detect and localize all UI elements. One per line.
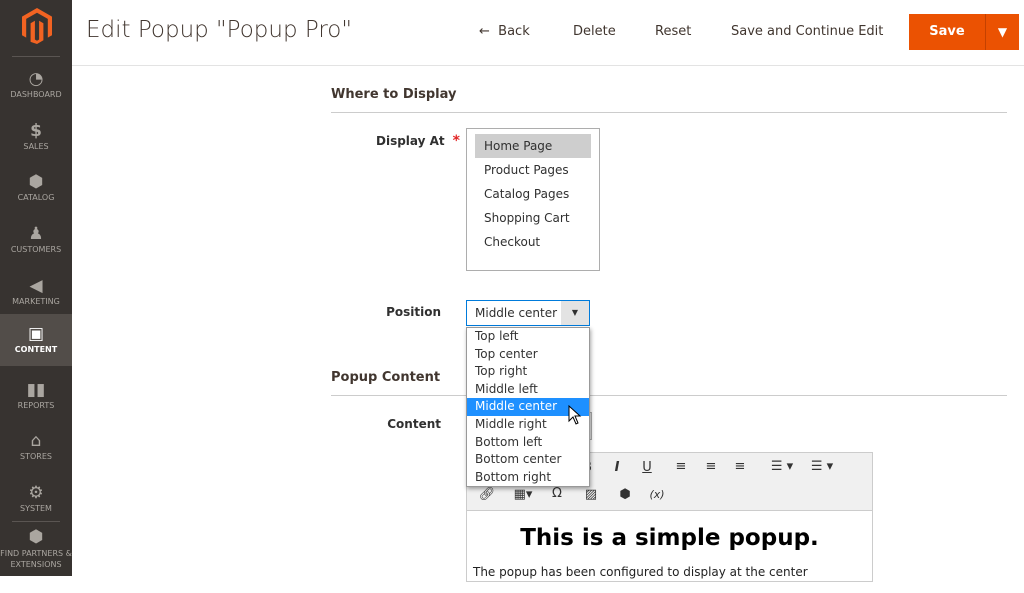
align-left-icon[interactable]: ≡ — [671, 459, 691, 474]
selected-value: Middle center — [475, 306, 558, 320]
label: REPORTS — [17, 401, 55, 410]
dashboard-icon: ◔ — [28, 69, 44, 89]
italic-icon[interactable]: I — [607, 460, 627, 475]
underline-icon[interactable]: U — [637, 460, 657, 475]
sidebar-item-reports[interactable]: ▮▮ REPORTS — [0, 373, 72, 425]
save-continue-button[interactable]: Save and Continue Edit — [731, 24, 883, 39]
label-text: Display At — [376, 134, 445, 148]
divider — [331, 112, 1007, 113]
sidebar-item-dashboard[interactable]: ◔ DASHBOARD — [0, 62, 72, 114]
position-label: Position — [386, 305, 441, 319]
variable-icon[interactable]: (x) — [647, 488, 667, 501]
sidebar-item-stores[interactable]: ⌂ STORES — [0, 424, 72, 476]
option-shopping-cart[interactable]: Shopping Cart — [475, 206, 591, 230]
caret-down-icon: ▼ — [561, 301, 589, 325]
label: FIND PARTNERS & EXTENSIONS — [0, 549, 72, 569]
numbered-list-icon[interactable]: ☰ ▾ — [805, 459, 839, 474]
page-title: Edit Popup "Popup Pro" — [86, 17, 352, 43]
label: CUSTOMERS — [10, 245, 62, 254]
sidebar-item-content[interactable]: ▣ CONTENT — [0, 314, 72, 366]
label: SYSTEM — [20, 504, 52, 513]
sidebar: ◔ DASHBOARD $ SALES ⬢ CATALOG ♟ CUSTOMERS ◀ M… — [0, 0, 72, 576]
layout-icon: ▣ — [27, 324, 45, 344]
label: SALES — [23, 142, 49, 151]
position-select[interactable]: Middle center ▼ — [466, 300, 590, 326]
reset-button[interactable]: Reset — [655, 24, 691, 39]
save-button[interactable]: Save — [909, 14, 985, 50]
option[interactable]: Top right — [467, 363, 589, 381]
label: STORES — [20, 452, 52, 461]
option[interactable]: Bottom center — [467, 451, 589, 469]
link-icon[interactable]: 🔗︎ — [477, 487, 497, 502]
bullet-list-icon[interactable]: ☰ ▾ — [765, 459, 799, 474]
gear-icon: ⚙ — [28, 483, 44, 503]
option[interactable]: Top left — [467, 328, 589, 346]
section-title-popup-content: Popup Content — [331, 370, 441, 385]
align-center-icon[interactable]: ≡ — [701, 459, 721, 474]
blocks-icon: ⬢ — [28, 527, 44, 547]
option-home-page[interactable]: Home Page — [475, 134, 591, 158]
option-product-pages[interactable]: Product Pages — [475, 158, 591, 182]
sidebar-item-catalog[interactable]: ⬢ CATALOG — [0, 165, 72, 217]
image-icon[interactable]: ▨ — [581, 487, 601, 502]
person-icon: ♟ — [28, 224, 44, 244]
dollar-icon: $ — [30, 121, 42, 141]
divider — [331, 395, 1007, 396]
display-at-multiselect[interactable]: Home Page Product Pages Catalog Pages Sh… — [466, 128, 600, 271]
align-right-icon[interactable]: ≡ — [730, 459, 750, 474]
option[interactable]: Bottom left — [467, 434, 589, 452]
page-header: Edit Popup "Popup Pro" ← Back Delete Res… — [72, 0, 1024, 66]
option-checkout[interactable]: Checkout — [475, 230, 591, 254]
bar-chart-icon: ▮▮ — [26, 380, 46, 400]
divider — [12, 56, 60, 57]
label: CONTENT — [14, 345, 58, 354]
label: MARKETING — [12, 297, 60, 306]
editor-content[interactable]: This is a simple popup. The popup has be… — [467, 511, 872, 593]
sidebar-item-customers[interactable]: ♟ CUSTOMERS — [0, 217, 72, 269]
mouse-cursor-icon — [568, 405, 582, 425]
arrow-left-icon: ← — [479, 24, 499, 39]
special-char-icon[interactable]: Ω — [547, 486, 567, 501]
content-label: Content — [387, 417, 441, 431]
store-icon: ⌂ — [30, 431, 42, 451]
option-catalog-pages[interactable]: Catalog Pages — [475, 182, 591, 206]
display-at-label: Display At * — [360, 133, 460, 149]
save-options-toggle[interactable]: ▼ — [985, 14, 1019, 50]
widget-icon[interactable]: ⬢ — [615, 487, 635, 502]
sidebar-item-find-partners[interactable]: ⬢ FIND PARTNERS & EXTENSIONS — [0, 522, 72, 576]
delete-button[interactable]: Delete — [573, 24, 616, 39]
megaphone-icon: ◀ — [29, 276, 43, 296]
box-icon: ⬢ — [28, 172, 44, 192]
popup-body: The popup has been configured to display… — [473, 565, 808, 579]
magento-logo[interactable] — [22, 8, 52, 44]
label: DASHBOARD — [10, 90, 62, 99]
back-label: Back — [498, 24, 530, 39]
option[interactable]: Top center — [467, 346, 589, 364]
popup-heading: This is a simple popup. — [520, 525, 819, 551]
option[interactable]: Bottom right — [467, 469, 589, 487]
caret-down-icon: ▼ — [997, 25, 1008, 39]
label: CATALOG — [17, 193, 55, 202]
table-icon[interactable]: ▦▾ — [509, 487, 537, 502]
back-button[interactable]: ← Back — [479, 24, 530, 39]
required-icon: * — [452, 133, 460, 149]
option[interactable]: Middle left — [467, 381, 589, 399]
section-title-where-to-display: Where to Display — [331, 87, 457, 102]
sidebar-item-sales[interactable]: $ SALES — [0, 114, 72, 166]
